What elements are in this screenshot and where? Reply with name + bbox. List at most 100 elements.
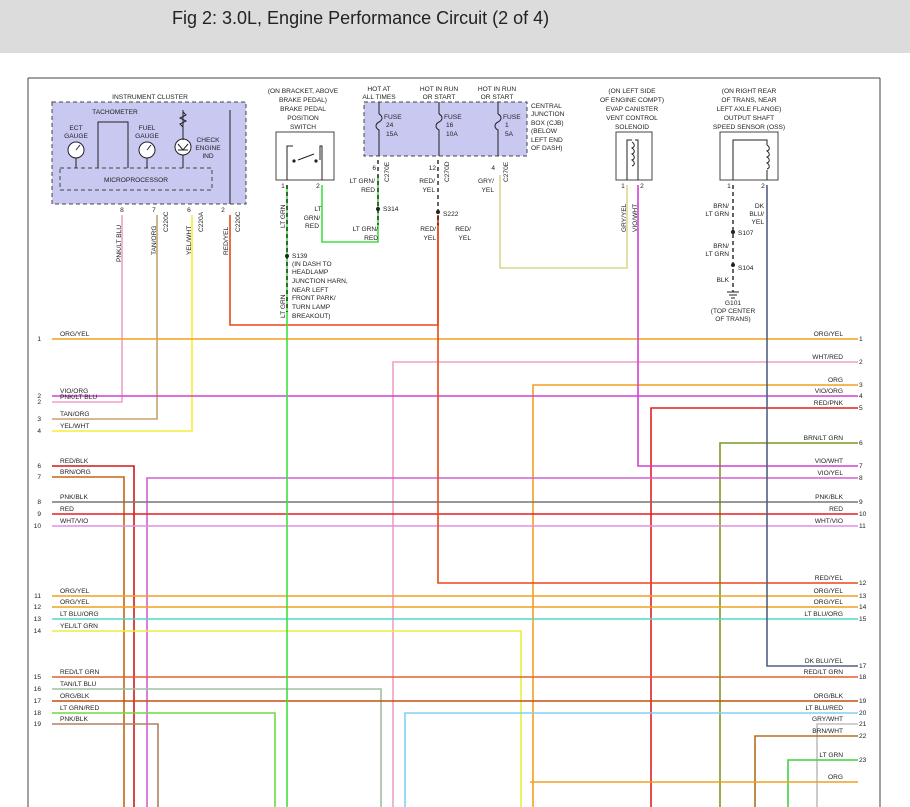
- fuse-24-b: 24: [386, 122, 394, 129]
- oss-label-4: OUTPUT SHAFT: [724, 115, 774, 122]
- evap-wire-gry-yel: GRY/YEL: [621, 203, 628, 232]
- brake-pin-1: 1: [281, 183, 285, 190]
- left-row-number: 11: [34, 593, 41, 600]
- right-row-number: 23: [859, 757, 867, 764]
- right-row-wire: ORG/BLK: [814, 693, 844, 700]
- right-row-number: 5: [859, 405, 863, 412]
- fuse-1-b: 1: [505, 122, 509, 129]
- cjb-conn-c270e-2: C270E: [503, 161, 510, 182]
- right-row-wire: GRY/WHT: [812, 716, 843, 723]
- wire-lt-grn-red: [52, 712, 276, 807]
- left-row-number: 7: [37, 474, 41, 481]
- fuse-24-c: 15A: [386, 131, 398, 138]
- left-row-number: 10: [34, 523, 42, 530]
- s107-label: S107: [738, 230, 754, 237]
- right-row-wire: RED/YEL: [815, 575, 844, 582]
- wire-pnk-blk-19: [52, 723, 159, 807]
- oss-wire-3a: BRN/: [713, 243, 729, 250]
- cluster-wire-pnk-lt-blu: PNK/LT BLU: [116, 225, 123, 262]
- cjb-wire-3b: YEL: [482, 187, 495, 194]
- wiring-diagram: INSTRUMENT CLUSTER TACHOMETER ECT GAUGE …: [27, 77, 881, 807]
- cjb-wire-2a: RED/: [419, 178, 435, 185]
- cjb-wire-3a: GRY/: [478, 178, 494, 185]
- left-row-wire: YEL/LT GRN: [60, 623, 98, 630]
- left-row-number: 3: [37, 416, 41, 423]
- evap-pin-1: 1: [621, 183, 625, 190]
- left-row-wire: RED: [60, 506, 74, 513]
- left-row-number: 2: [37, 399, 41, 406]
- s139-label-3: HEADLAMP: [292, 269, 329, 276]
- brake-pin-2: 2: [316, 183, 320, 190]
- right-row-number: 22: [859, 733, 867, 740]
- s222-dot: [436, 210, 440, 214]
- brake-label-2: BRAKE PEDAL): [279, 97, 327, 104]
- right-row-number: 6: [859, 440, 863, 447]
- check-engine-label-1: CHECK: [196, 137, 220, 144]
- cjb-wire-5a: RED/: [420, 226, 436, 233]
- right-row-wire: DK BLU/YEL: [805, 658, 843, 665]
- left-row-wire: RED/LT GRN: [60, 669, 100, 676]
- right-row-wire: RED/LT GRN: [804, 669, 844, 676]
- left-row-wire: PNK/BLK: [60, 716, 88, 723]
- evap-pin-2: 2: [640, 183, 644, 190]
- fuse-24-a: FUSE: [384, 114, 402, 121]
- brake-switch-box: [275, 131, 335, 181]
- output-shaft-speed-sensor: (ON RIGHT REAR OF TRANS, NEAR LEFT AXLE …: [705, 88, 785, 323]
- right-row-number: 17: [859, 663, 867, 670]
- fuse-16-a: FUSE: [444, 114, 462, 121]
- cluster-pin-8: 8: [120, 207, 124, 214]
- evap-label-2: OF ENGINE COMPT): [600, 97, 664, 104]
- cluster-wire-red-yel: RED/YEL: [223, 226, 230, 255]
- switch-terminal-icon: [314, 159, 318, 163]
- left-row-wire: LT BLU/ORG: [60, 611, 99, 618]
- check-engine-label-3: IND: [202, 153, 214, 160]
- cjb-label-3: BOX (CJB): [531, 120, 564, 127]
- left-row-wire: TAN/LT BLU: [60, 681, 97, 688]
- cjb-label-1: CENTRAL: [531, 103, 562, 110]
- cjb-label-6: OF DASH): [531, 145, 563, 152]
- left-row-number: 19: [34, 721, 42, 728]
- right-row-number: 9: [859, 499, 863, 506]
- fuel-label-1: FUEL: [139, 125, 156, 132]
- right-row-wire: VIO/YEL: [817, 470, 843, 477]
- cjb-pin-12: 12: [429, 165, 437, 172]
- cjb-wire-5b: YEL: [424, 235, 437, 242]
- brake-wire-2a: LT: [314, 206, 321, 213]
- cluster-label: INSTRUMENT CLUSTER: [112, 94, 188, 101]
- brake-wire-2b: GRN/: [304, 215, 321, 222]
- s139-wire: LT GRN: [280, 294, 287, 318]
- splice-s139: S139 (IN DASH TO HEADLAMP JUNCTION HARN,…: [280, 253, 348, 320]
- check-engine-lamp-icon: [174, 138, 192, 156]
- s314-label: S314: [383, 206, 399, 213]
- check-engine-label-2: ENGINE: [195, 145, 221, 152]
- cjb-pin-4: 4: [491, 165, 495, 172]
- right-row-wire: WHT/VIO: [815, 518, 843, 525]
- instrument-cluster: INSTRUMENT CLUSTER TACHOMETER ECT GAUGE …: [51, 94, 247, 262]
- left-row-number: 18: [34, 710, 42, 717]
- left-row-number: 8: [37, 499, 41, 506]
- left-row-number: 6: [37, 463, 41, 470]
- left-row-number: 16: [34, 686, 42, 693]
- s139-label-4: JUNCTION HARN,: [292, 278, 348, 285]
- right-row-wire: BRN/WHT: [812, 728, 843, 735]
- fuse-1-a: FUSE: [503, 114, 521, 121]
- right-row-wire: ORG: [828, 377, 843, 384]
- left-row-wire: PNK/BLK: [60, 494, 88, 501]
- cjb-label-2: JUNCTION: [531, 111, 565, 118]
- left-row-wire: TAN/ORG: [60, 411, 90, 418]
- evap-label-1: (ON LEFT SIDE: [608, 88, 656, 95]
- cluster-pin-6: 6: [187, 207, 191, 214]
- cjb-wire-6a: RED/: [455, 226, 471, 233]
- right-row-number: 3: [859, 382, 863, 389]
- evap-wire-vio-wht: VIO/WHT: [632, 204, 639, 232]
- right-row-number: 11: [859, 523, 866, 530]
- wire-wht-red: [392, 361, 858, 807]
- right-row-number: 13: [859, 593, 867, 600]
- cluster-conn-c220a: C220A: [198, 211, 205, 232]
- evap-solenoid: (ON LEFT SIDE OF ENGINE COMPT) EVAP CANI…: [600, 88, 664, 232]
- right-row-number: 8: [859, 475, 863, 482]
- left-row-number: 1: [37, 336, 41, 343]
- wire-gry-yel: [499, 175, 628, 269]
- hot-label-2b: OR START: [423, 94, 456, 101]
- cjb-conn-c270d: C270D: [444, 161, 451, 182]
